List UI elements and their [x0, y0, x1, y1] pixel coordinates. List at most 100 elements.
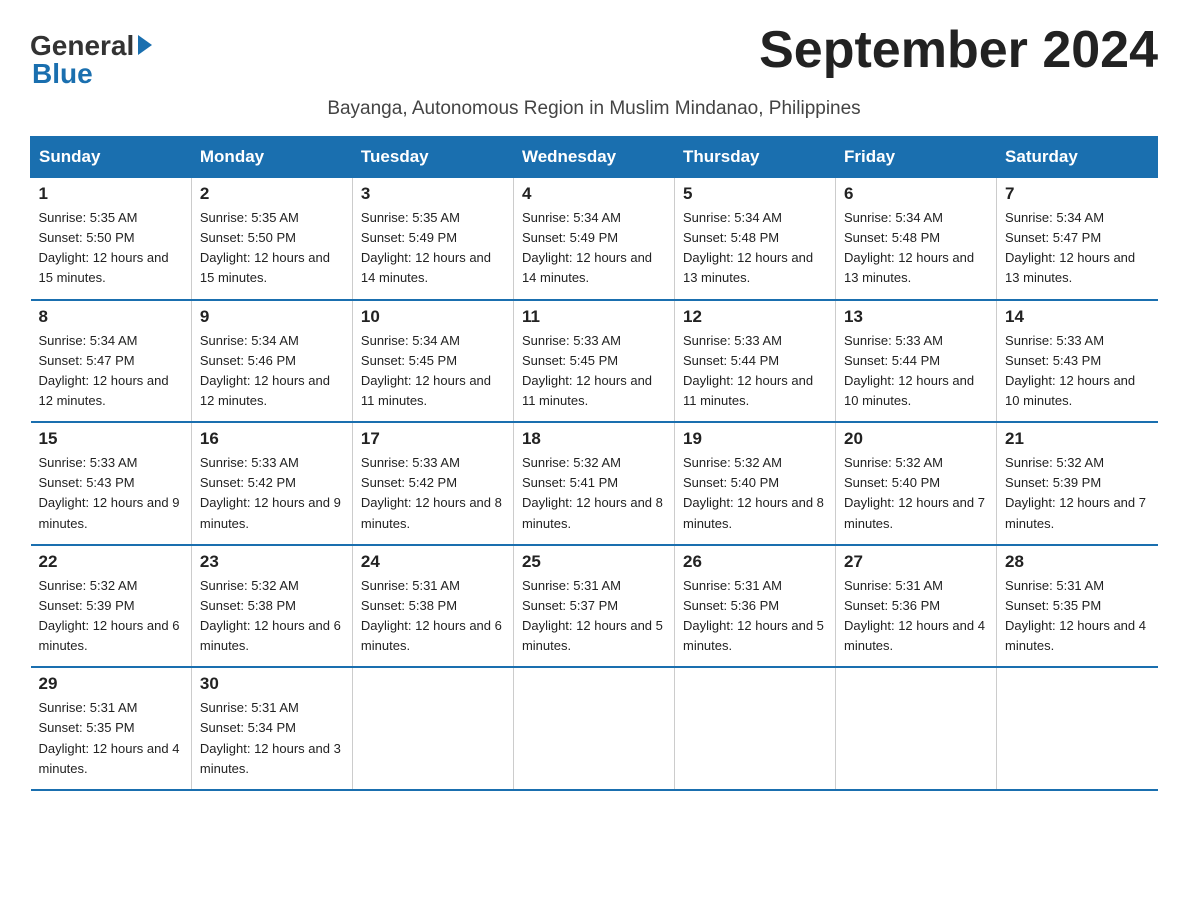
calendar-cell: 6Sunrise: 5:34 AMSunset: 5:48 PMDaylight… — [836, 178, 997, 300]
day-detail: Sunrise: 5:33 AMSunset: 5:44 PMDaylight:… — [844, 331, 988, 412]
day-number: 21 — [1005, 429, 1149, 449]
calendar-header-saturday: Saturday — [997, 137, 1158, 178]
day-number: 11 — [522, 307, 666, 327]
calendar-cell: 27 Sunrise: 5:31 AMSunset: 5:36 PMDayligh… — [836, 545, 997, 668]
calendar-cell: 26 Sunrise: 5:31 AMSunset: 5:36 PMDayligh… — [674, 545, 835, 668]
calendar-cell: 25 Sunrise: 5:31 AMSunset: 5:37 PMDayligh… — [513, 545, 674, 668]
day-number: 20 — [844, 429, 988, 449]
calendar-cell: 19 Sunrise: 5:32 AMSunset: 5:40 PMDayligh… — [674, 422, 835, 545]
day-number: 26 — [683, 552, 827, 572]
day-detail: Sunrise: 5:34 AMSunset: 5:47 PMDaylight:… — [1005, 208, 1149, 289]
calendar-header-thursday: Thursday — [674, 137, 835, 178]
day-detail: Sunrise: 5:31 AMSunset: 5:36 PMDaylight:… — [683, 576, 827, 657]
day-detail: Sunrise: 5:35 AMSunset: 5:50 PMDaylight:… — [200, 208, 344, 289]
calendar-cell: 9Sunrise: 5:34 AMSunset: 5:46 PMDaylight… — [191, 300, 352, 423]
calendar-week-row: 29 Sunrise: 5:31 AMSunset: 5:35 PMDayligh… — [31, 667, 1158, 790]
calendar-table: SundayMondayTuesdayWednesdayThursdayFrid… — [30, 136, 1158, 791]
calendar-week-row: 22 Sunrise: 5:32 AMSunset: 5:39 PMDayligh… — [31, 545, 1158, 668]
header: General Blue September 2024 — [30, 20, 1158, 90]
calendar-header-friday: Friday — [836, 137, 997, 178]
calendar-cell: 30 Sunrise: 5:31 AMSunset: 5:34 PMDayligh… — [191, 667, 352, 790]
calendar-cell: 8Sunrise: 5:34 AMSunset: 5:47 PMDaylight… — [31, 300, 192, 423]
day-detail: Sunrise: 5:31 AMSunset: 5:34 PMDaylight:… — [200, 698, 344, 779]
calendar-cell: 18 Sunrise: 5:32 AMSunset: 5:41 PMDayligh… — [513, 422, 674, 545]
day-number: 8 — [39, 307, 183, 327]
calendar-cell: 16 Sunrise: 5:33 AMSunset: 5:42 PMDayligh… — [191, 422, 352, 545]
day-detail: Sunrise: 5:32 AMSunset: 5:41 PMDaylight:… — [522, 453, 666, 534]
calendar-header-row: SundayMondayTuesdayWednesdayThursdayFrid… — [31, 137, 1158, 178]
day-number: 30 — [200, 674, 344, 694]
logo-blue-text: Blue — [32, 58, 93, 90]
day-number: 5 — [683, 184, 827, 204]
calendar-header-tuesday: Tuesday — [352, 137, 513, 178]
day-number: 3 — [361, 184, 505, 204]
calendar-cell: 4 Sunrise: 5:34 AMSunset: 5:49 PMDaylight… — [513, 178, 674, 300]
calendar-week-row: 15 Sunrise: 5:33 AMSunset: 5:43 PMDayligh… — [31, 422, 1158, 545]
day-detail: Sunrise: 5:32 AMSunset: 5:40 PMDaylight:… — [683, 453, 827, 534]
day-number: 4 — [522, 184, 666, 204]
day-detail: Sunrise: 5:32 AMSunset: 5:39 PMDaylight:… — [1005, 453, 1149, 534]
day-detail: Sunrise: 5:31 AMSunset: 5:35 PMDaylight:… — [1005, 576, 1149, 657]
day-detail: Sunrise: 5:33 AMSunset: 5:42 PMDaylight:… — [361, 453, 505, 534]
day-number: 10 — [361, 307, 505, 327]
calendar-cell: 10Sunrise: 5:34 AMSunset: 5:45 PMDayligh… — [352, 300, 513, 423]
day-detail: Sunrise: 5:32 AMSunset: 5:39 PMDaylight:… — [39, 576, 183, 657]
day-number: 17 — [361, 429, 505, 449]
calendar-cell — [674, 667, 835, 790]
day-number: 7 — [1005, 184, 1149, 204]
day-detail: Sunrise: 5:35 AMSunset: 5:50 PMDaylight:… — [39, 208, 183, 289]
calendar-cell: 14Sunrise: 5:33 AMSunset: 5:43 PMDayligh… — [997, 300, 1158, 423]
day-number: 9 — [200, 307, 344, 327]
calendar-cell: 21 Sunrise: 5:32 AMSunset: 5:39 PMDayligh… — [997, 422, 1158, 545]
day-number: 13 — [844, 307, 988, 327]
day-detail: Sunrise: 5:34 AMSunset: 5:48 PMDaylight:… — [683, 208, 827, 289]
calendar-cell: 29 Sunrise: 5:31 AMSunset: 5:35 PMDayligh… — [31, 667, 192, 790]
day-detail: Sunrise: 5:33 AMSunset: 5:44 PMDaylight:… — [683, 331, 827, 412]
calendar-cell: 24 Sunrise: 5:31 AMSunset: 5:38 PMDayligh… — [352, 545, 513, 668]
logo-triangle-icon — [138, 35, 152, 55]
day-number: 29 — [39, 674, 183, 694]
day-number: 14 — [1005, 307, 1149, 327]
day-number: 6 — [844, 184, 988, 204]
calendar-header-wednesday: Wednesday — [513, 137, 674, 178]
day-detail: Sunrise: 5:33 AMSunset: 5:45 PMDaylight:… — [522, 331, 666, 412]
calendar-cell: 5 Sunrise: 5:34 AMSunset: 5:48 PMDaylight… — [674, 178, 835, 300]
day-number: 25 — [522, 552, 666, 572]
calendar-cell: 11 Sunrise: 5:33 AMSunset: 5:45 PMDayligh… — [513, 300, 674, 423]
day-number: 15 — [39, 429, 183, 449]
day-number: 27 — [844, 552, 988, 572]
calendar-cell: 20Sunrise: 5:32 AMSunset: 5:40 PMDayligh… — [836, 422, 997, 545]
calendar-cell: 12 Sunrise: 5:33 AMSunset: 5:44 PMDayligh… — [674, 300, 835, 423]
day-number: 12 — [683, 307, 827, 327]
day-detail: Sunrise: 5:31 AMSunset: 5:36 PMDaylight:… — [844, 576, 988, 657]
calendar-cell: 28Sunrise: 5:31 AMSunset: 5:35 PMDayligh… — [997, 545, 1158, 668]
calendar-week-row: 1 Sunrise: 5:35 AMSunset: 5:50 PMDaylight… — [31, 178, 1158, 300]
calendar-cell: 22 Sunrise: 5:32 AMSunset: 5:39 PMDayligh… — [31, 545, 192, 668]
day-detail: Sunrise: 5:34 AMSunset: 5:49 PMDaylight:… — [522, 208, 666, 289]
day-number: 23 — [200, 552, 344, 572]
calendar-cell — [836, 667, 997, 790]
day-number: 2 — [200, 184, 344, 204]
calendar-header-monday: Monday — [191, 137, 352, 178]
calendar-cell — [352, 667, 513, 790]
page-title: September 2024 — [759, 20, 1158, 80]
day-detail: Sunrise: 5:31 AMSunset: 5:37 PMDaylight:… — [522, 576, 666, 657]
day-detail: Sunrise: 5:33 AMSunset: 5:42 PMDaylight:… — [200, 453, 344, 534]
day-detail: Sunrise: 5:33 AMSunset: 5:43 PMDaylight:… — [39, 453, 183, 534]
calendar-cell: 1 Sunrise: 5:35 AMSunset: 5:50 PMDaylight… — [31, 178, 192, 300]
day-number: 24 — [361, 552, 505, 572]
calendar-cell: 15 Sunrise: 5:33 AMSunset: 5:43 PMDayligh… — [31, 422, 192, 545]
day-detail: Sunrise: 5:31 AMSunset: 5:38 PMDaylight:… — [361, 576, 505, 657]
calendar-cell: 23 Sunrise: 5:32 AMSunset: 5:38 PMDayligh… — [191, 545, 352, 668]
day-number: 16 — [200, 429, 344, 449]
day-detail: Sunrise: 5:32 AMSunset: 5:38 PMDaylight:… — [200, 576, 344, 657]
day-detail: Sunrise: 5:31 AMSunset: 5:35 PMDaylight:… — [39, 698, 183, 779]
day-detail: Sunrise: 5:35 AMSunset: 5:49 PMDaylight:… — [361, 208, 505, 289]
day-number: 1 — [39, 184, 183, 204]
calendar-cell: 17 Sunrise: 5:33 AMSunset: 5:42 PMDayligh… — [352, 422, 513, 545]
calendar-cell: 3 Sunrise: 5:35 AMSunset: 5:49 PMDaylight… — [352, 178, 513, 300]
calendar-header-sunday: Sunday — [31, 137, 192, 178]
day-number: 22 — [39, 552, 183, 572]
day-number: 18 — [522, 429, 666, 449]
day-number: 19 — [683, 429, 827, 449]
